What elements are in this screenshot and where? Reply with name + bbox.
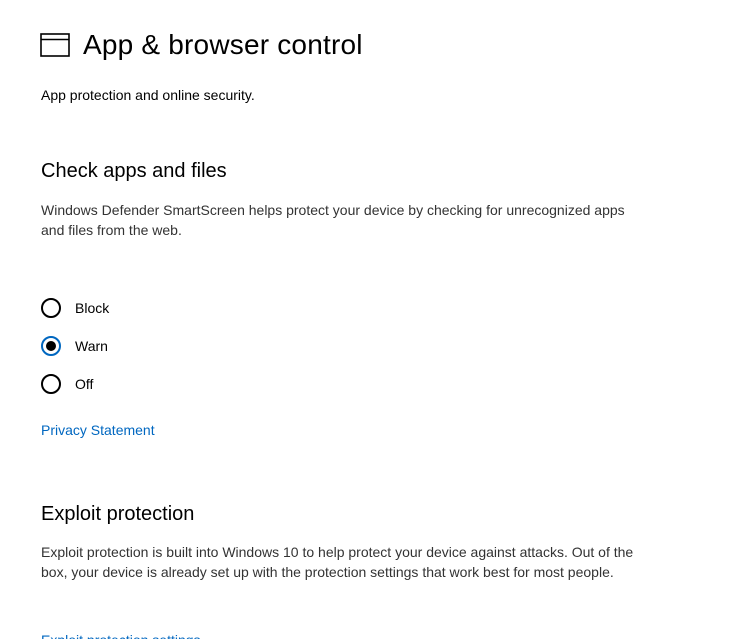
- radio-option-warn[interactable]: Warn: [41, 327, 109, 365]
- radio-button-block[interactable]: [41, 298, 61, 318]
- page-title: App & browser control: [83, 29, 363, 60]
- radio-option-off[interactable]: Off: [41, 365, 109, 403]
- check-apps-description: Windows Defender SmartScreen helps prote…: [41, 202, 625, 238]
- exploit-protection-description: Exploit protection is built into Windows…: [41, 544, 634, 580]
- page-subtitle: App protection and online security.: [41, 87, 255, 103]
- exploit-protection-settings-link[interactable]: Exploit protection settings: [41, 631, 201, 639]
- exploit-protection-section-title: Exploit protection: [41, 503, 195, 525]
- app-browser-window-icon: [40, 33, 70, 57]
- radio-label-block: Block: [75, 300, 110, 316]
- radio-button-warn[interactable]: [41, 336, 61, 356]
- radio-label-off: Off: [75, 376, 94, 392]
- radio-label-warn: Warn: [75, 338, 108, 354]
- page-header: App & browser control: [40, 28, 363, 62]
- app-browser-control-page: App & browser control App protection and…: [0, 0, 729, 639]
- smartscreen-radio-group: Block Warn Off: [41, 289, 109, 403]
- check-apps-section-title: Check apps and files: [41, 160, 227, 182]
- radio-button-off[interactable]: [41, 374, 61, 394]
- radio-selected-dot: [46, 341, 56, 351]
- radio-option-block[interactable]: Block: [41, 289, 109, 327]
- privacy-statement-link[interactable]: Privacy Statement: [41, 422, 155, 438]
